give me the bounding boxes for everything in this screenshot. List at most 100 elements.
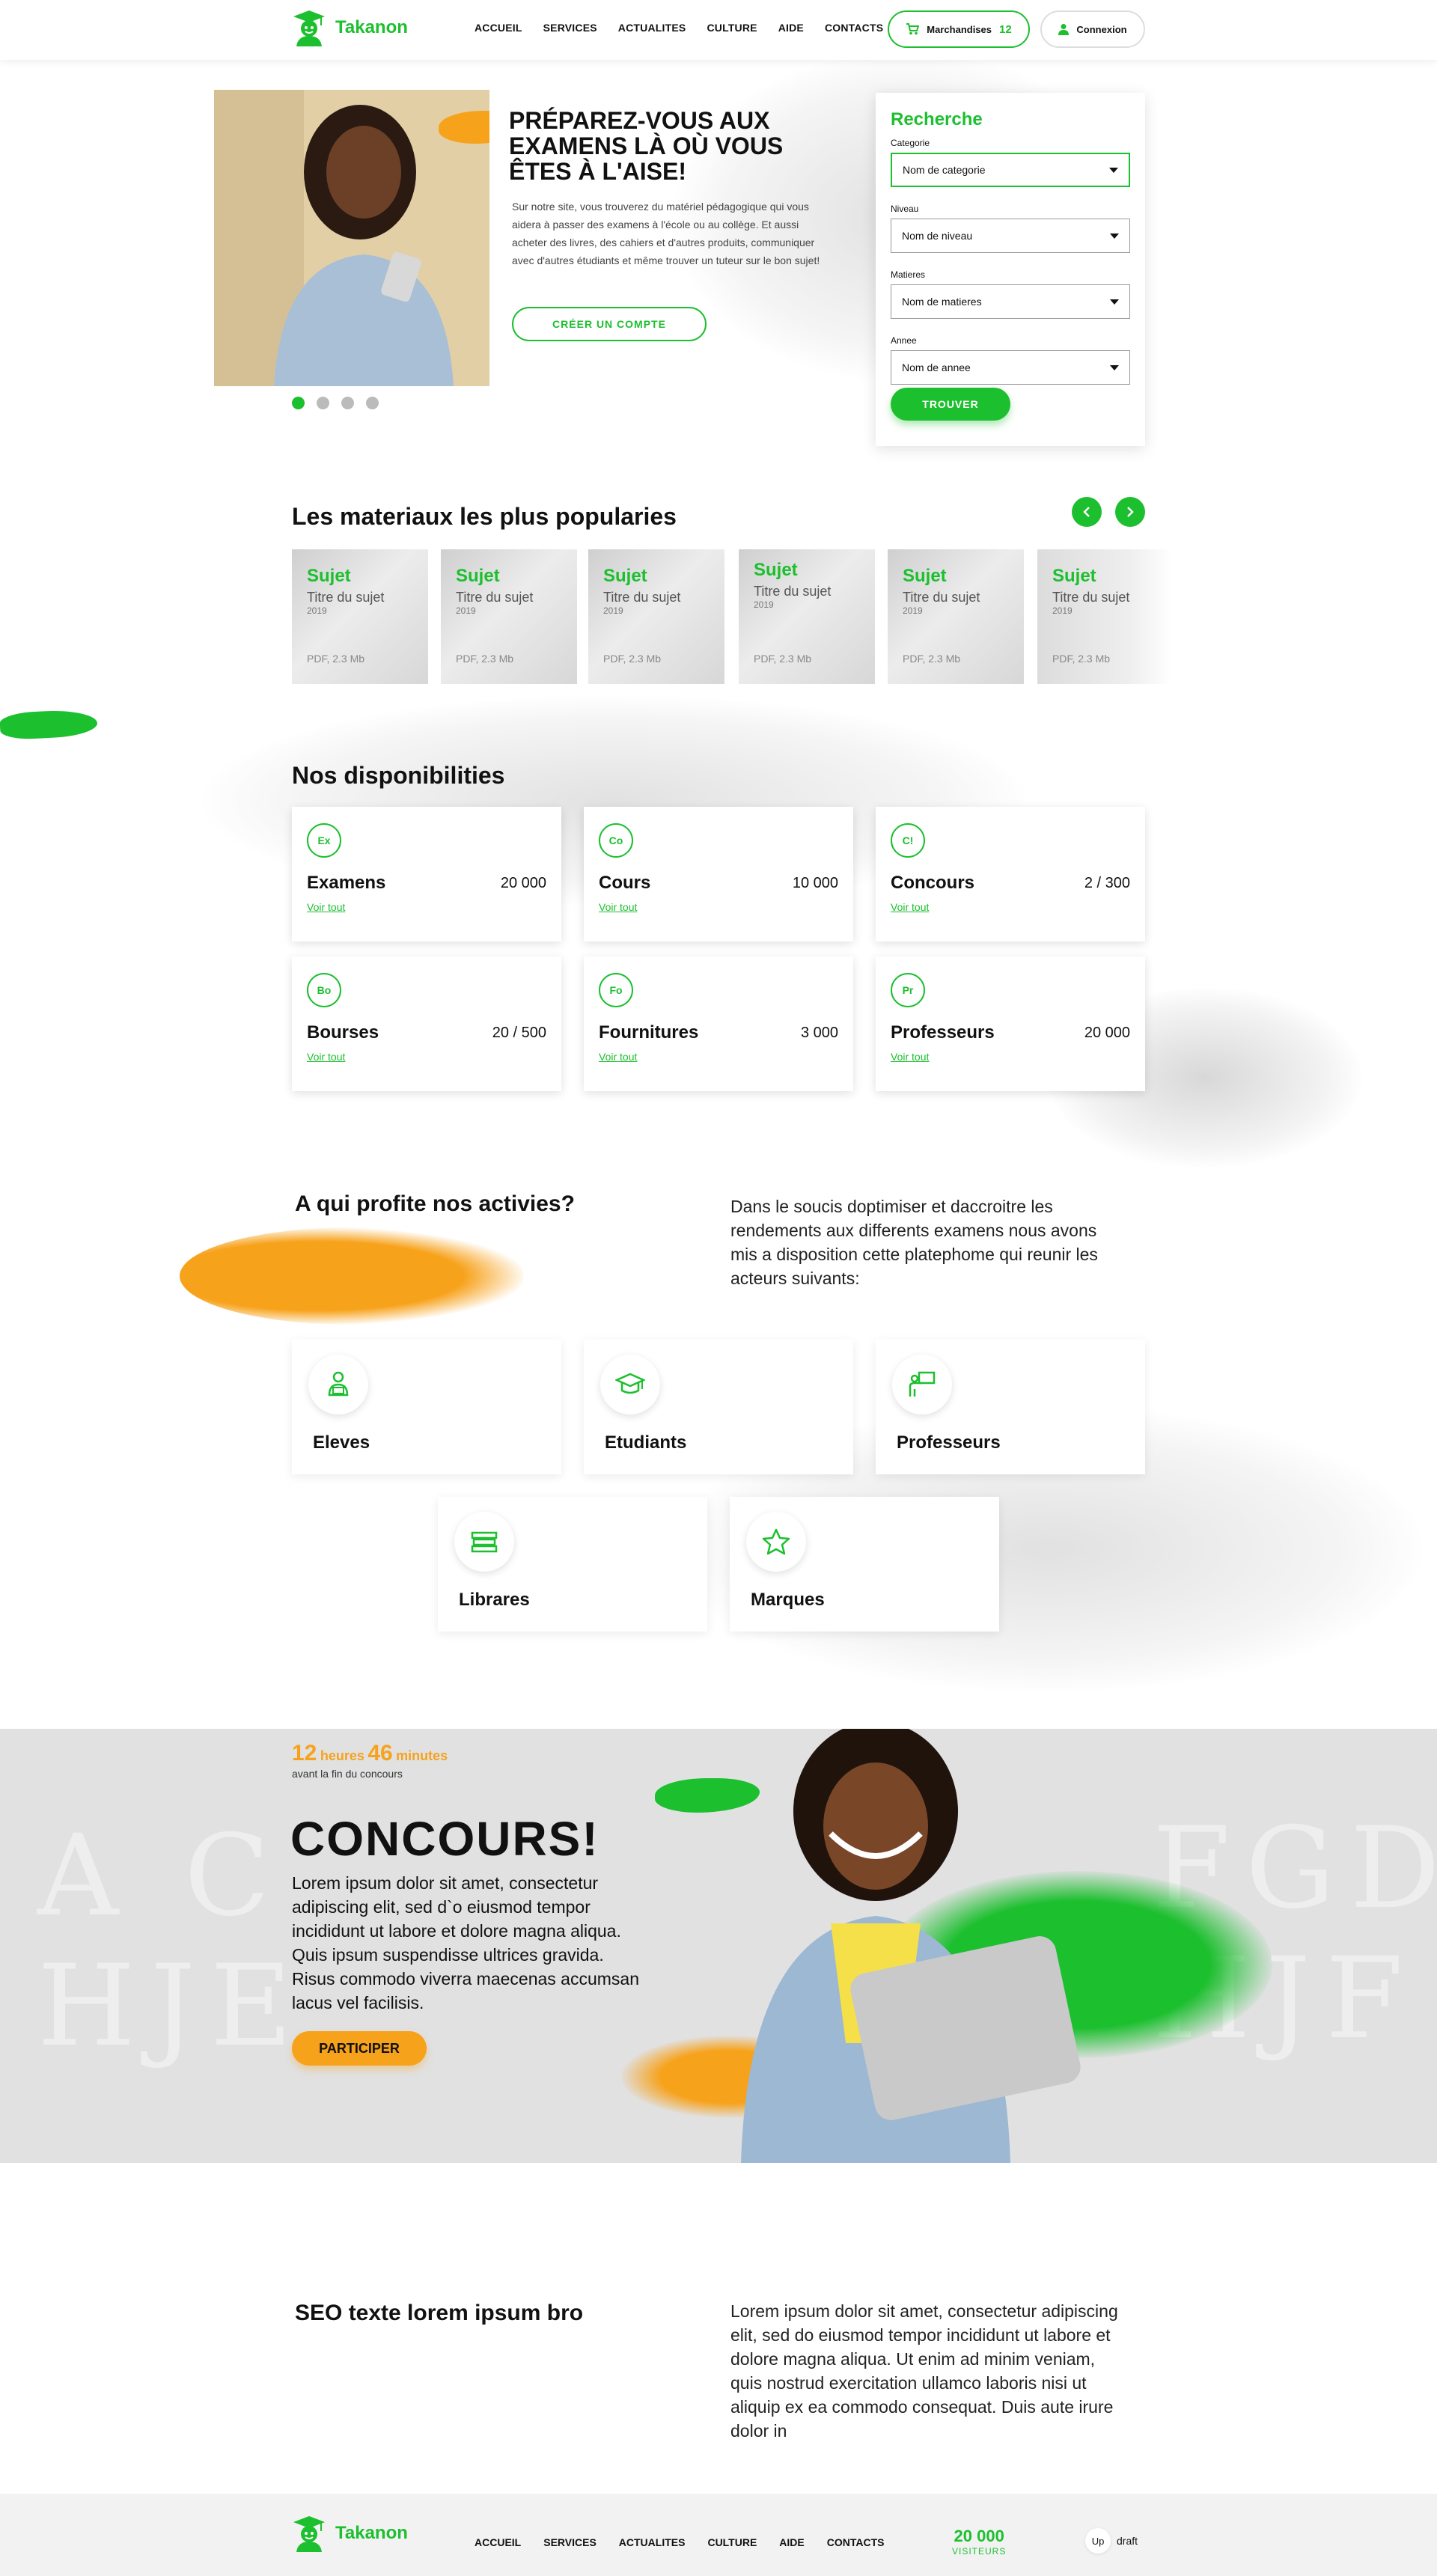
search-title: Recherche [891,109,983,129]
benefit-card-etudiants[interactable]: Etudiants [584,1340,853,1474]
carousel-next-button[interactable] [1115,497,1145,527]
see-all-link[interactable]: Voir tout [891,1051,929,1063]
benefit-name: Librares [459,1590,530,1610]
benefit-card-eleves[interactable]: Eleves [292,1340,561,1474]
subject-value: Nom de matieres [902,296,982,308]
footer-nav-contacts[interactable]: CONTACTS [827,2536,885,2548]
footer-nav-actualites[interactable]: ACTUALITES [619,2536,686,2548]
pupil-icon [308,1355,368,1414]
cart-count: 12 [999,22,1012,36]
cart-button[interactable]: Marchandises 12 [888,10,1030,48]
slider-dot-1[interactable] [292,397,305,409]
nav-accueil[interactable]: ACCUEIL [475,22,522,34]
material-title: Titre du sujet [307,590,385,605]
material-type: Sujet [456,566,500,586]
subject-select[interactable]: Nom de matieres [891,284,1130,319]
footer-nav-aide[interactable]: AIDE [779,2536,804,2548]
material-year: 2019 [307,605,327,616]
hero-title: PRÉPAREZ-VOUS AUX EXAMENS LÀ OÙ VOUS ÊTE… [509,107,784,185]
year-value: Nom de annee [902,361,971,373]
material-type: Sujet [307,566,351,586]
decorative-letters: A C HJE [37,1811,308,2072]
user-icon [1058,24,1070,35]
material-type: Sujet [903,566,947,586]
caret-down-icon [1110,233,1119,239]
updraft-credit[interactable]: Up draft [1085,2528,1138,2554]
category-value: Nom de categorie [903,164,986,176]
concours-text: Lorem ipsum dolor sit amet, consectetur … [292,1873,640,2012]
logo[interactable]: Takanon [292,9,408,46]
participate-button[interactable]: PARTICIPER [292,2031,427,2066]
material-card[interactable]: Sujet Titre du sujet 2019 PDF, 2.3 Mb [588,549,724,684]
nav-contacts[interactable]: CONTACTS [825,22,883,34]
chevron-right-icon [1127,507,1134,517]
logo-icon [293,10,325,46]
benefit-card-professeurs[interactable]: Professeurs [876,1340,1145,1474]
availability-name: Cours [599,873,651,893]
material-card[interactable]: Sujet Titre du sujet 2019 PDF, 2.3 Mb [441,549,577,684]
category-select[interactable]: Nom de categorie [891,153,1130,187]
availability-card-fournitures[interactable]: Fo Fournitures 3 000 Voir tout [584,956,853,1091]
year-select[interactable]: Nom de annee [891,350,1130,385]
nav-aide[interactable]: AIDE [778,22,804,34]
chevron-left-icon [1083,507,1090,517]
material-card[interactable]: Sujet Titre du sujet 2019 PDF, 2.3 Mb [888,549,1024,684]
material-meta: PDF, 2.3 Mb [903,653,961,665]
material-card[interactable]: Sujet Titre du sujet 2019 PDF, 2.3 Mb [292,549,428,684]
slider-dot-3[interactable] [341,397,354,409]
see-all-link[interactable]: Voir tout [599,901,637,913]
footer-nav-culture[interactable]: CULTURE [707,2536,757,2548]
material-title: Titre du sujet [903,590,980,605]
slider-dot-4[interactable] [366,397,379,409]
availability-card-concours[interactable]: C! Concours 2 / 300 Voir tout [876,807,1145,941]
see-all-link[interactable]: Voir tout [599,1051,637,1063]
material-meta: PDF, 2.3 Mb [307,653,365,665]
availability-card-cours[interactable]: Co Cours 10 000 Voir tout [584,807,853,941]
availability-badge: Fo [599,973,633,1007]
availability-card-professeurs[interactable]: Pr Professeurs 20 000 Voir tout [876,956,1145,1091]
level-label: Niveau [891,204,919,214]
availability-count: 20 000 [1084,1024,1130,1041]
paint-stroke-green [0,708,98,741]
see-all-link[interactable]: Voir tout [307,901,345,913]
availability-card-bourses[interactable]: Bo Bourses 20 / 500 Voir tout [292,956,561,1091]
benefit-name: Professeurs [897,1432,1001,1453]
site-footer: Takanon ACCUEIL SERVICES ACTUALITES CULT… [0,2494,1437,2576]
login-button[interactable]: Connexion [1040,10,1145,48]
benefit-name: Etudiants [605,1432,687,1453]
benefit-card-marques[interactable]: Marques [730,1497,999,1632]
countdown-hours-label: heures [320,1748,364,1763]
material-card[interactable]: Sujet Titre du sujet 2019 PDF, 2.3 Mb [739,549,875,684]
availability-card-examens[interactable]: Ex Examens 20 000 Voir tout [292,807,561,941]
nav-culture[interactable]: CULTURE [707,22,757,34]
nav-actualites[interactable]: ACTUALITES [618,22,686,34]
availability-count: 20 / 500 [492,1024,546,1041]
see-all-link[interactable]: Voir tout [307,1051,345,1063]
footer-nav-accueil[interactable]: ACCUEIL [475,2536,521,2548]
create-account-button[interactable]: CRÉER UN COMPTE [512,307,707,341]
material-title: Titre du sujet [603,590,681,605]
benefit-card-librares[interactable]: Librares [438,1497,707,1632]
material-year: 2019 [1052,605,1073,616]
level-select[interactable]: Nom de niveau [891,219,1130,253]
countdown-minutes-label: minutes [396,1748,448,1763]
availability-badge: Bo [307,973,341,1007]
seo-title: SEO texte lorem ipsum bro [295,2301,584,2325]
material-card[interactable]: Sujet Titre du sujet 2019 PDF, 2.3 Mb [1037,549,1172,684]
see-all-link[interactable]: Voir tout [891,901,929,913]
availability-badge: Ex [307,823,341,858]
search-submit-button[interactable]: TROUVER [891,388,1010,421]
carousel-prev-button[interactable] [1072,497,1102,527]
nav-services[interactable]: SERVICES [543,22,597,34]
benefits-text: Dans le soucis doptimiser et daccroitre … [730,1197,1098,1288]
cart-label: Marchandises [927,23,992,35]
footer-nav-services[interactable]: SERVICES [543,2536,597,2548]
material-title: Titre du sujet [754,584,832,599]
availability-title: Nos disponibilities [292,762,505,789]
material-meta: PDF, 2.3 Mb [1052,653,1111,665]
availability-count: 10 000 [792,874,838,891]
visitor-counter: 20 000 VISITEURS [952,2527,1006,2557]
popular-title: Les materiaux les plus popularies [292,503,677,530]
slider-dot-2[interactable] [317,397,329,409]
footer-logo[interactable]: Takanon [292,2515,408,2552]
